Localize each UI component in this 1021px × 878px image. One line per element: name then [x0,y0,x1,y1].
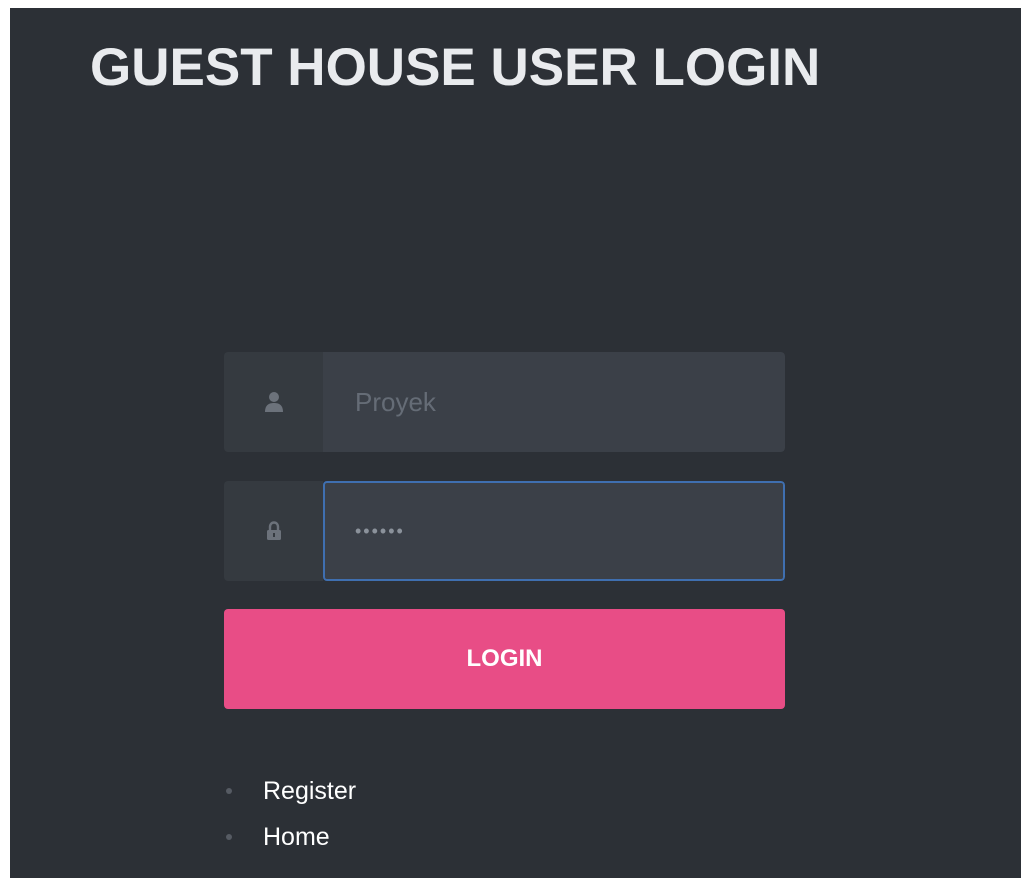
register-link[interactable]: Register [263,768,356,814]
page-title: GUEST HOUSE USER LOGIN [90,38,821,97]
login-page: GUEST HOUSE USER LOGIN Proyek •••••• LOG… [10,8,1021,878]
password-addon [224,481,323,581]
home-link[interactable]: Home [263,814,330,860]
username-addon [224,352,323,452]
user-icon [264,391,284,413]
bullet-icon [226,788,232,794]
lock-icon [266,521,282,541]
username-input-group [224,352,785,452]
login-form: LOGIN [224,352,785,709]
nav-links: Register Home [224,768,356,860]
list-item-home: Home [224,814,356,860]
username-input[interactable] [323,352,785,452]
list-item-register: Register [224,768,356,814]
password-input[interactable] [323,481,785,581]
login-button[interactable]: LOGIN [224,609,785,709]
password-input-group [224,481,785,581]
bullet-icon [226,834,232,840]
